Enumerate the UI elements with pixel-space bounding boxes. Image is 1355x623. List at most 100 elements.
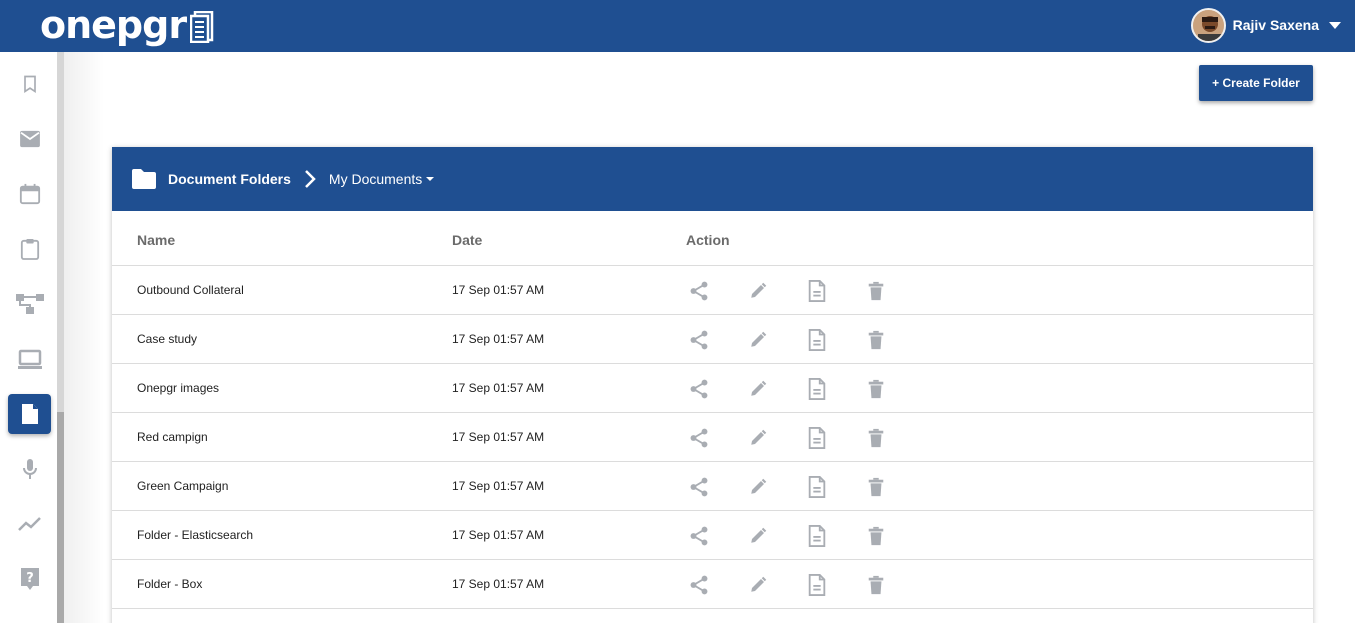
calendar-icon <box>19 183 40 205</box>
delete-icon[interactable] <box>865 427 887 449</box>
microphone-icon <box>22 459 37 479</box>
table-row[interactable]: Onepgr images 17 Sep 01:57 AM <box>112 364 1313 413</box>
folder-icon <box>132 169 156 189</box>
folder-date: 17 Sep 01:57 AM <box>452 283 545 297</box>
top-bar: onepgr Rajiv Saxena <box>0 0 1355 52</box>
folder-date: 17 Sep 01:57 AM <box>452 381 545 395</box>
folder-name[interactable]: Red campign <box>137 430 208 444</box>
document-icon[interactable] <box>806 377 828 400</box>
delete-icon[interactable] <box>865 574 887 596</box>
chevron-right-icon <box>305 170 316 188</box>
laptop-icon <box>17 349 42 369</box>
edit-icon[interactable] <box>747 280 769 302</box>
row-actions <box>688 364 887 413</box>
delete-icon[interactable] <box>865 329 887 351</box>
hierarchy-icon <box>15 294 44 314</box>
row-actions <box>688 462 887 511</box>
table-row[interactable]: Green Campaign 17 Sep 01:57 AM <box>112 462 1313 511</box>
app-logo[interactable]: onepgr <box>40 4 214 46</box>
sidebar-item-bookmarks[interactable] <box>8 64 51 104</box>
folder-name[interactable]: Folder - Box <box>137 577 202 591</box>
sidebar-item-mail[interactable] <box>8 119 51 159</box>
logo-text: onepgr <box>40 3 187 47</box>
row-actions <box>688 511 887 560</box>
trend-line-icon <box>17 517 41 531</box>
document-icon[interactable] <box>806 328 828 351</box>
sidebar-item-clipboard[interactable] <box>8 229 51 269</box>
documents-card: Document Folders My Documents Name Date … <box>112 147 1313 623</box>
row-actions <box>688 413 887 462</box>
bookmark-icon <box>23 75 36 94</box>
content-shadow <box>64 52 104 623</box>
document-icon <box>21 404 38 424</box>
table-header: Name Date Action <box>112 211 1313 266</box>
folder-date: 17 Sep 01:57 AM <box>452 332 545 346</box>
user-name: Rajiv Saxena <box>1232 17 1319 33</box>
share-icon[interactable] <box>688 476 710 498</box>
edit-icon[interactable] <box>747 574 769 596</box>
breadcrumb-root[interactable]: Document Folders <box>168 171 291 187</box>
document-icon[interactable] <box>806 279 828 302</box>
document-icon[interactable] <box>806 524 828 547</box>
edit-icon[interactable] <box>747 427 769 449</box>
document-icon[interactable] <box>806 573 828 596</box>
folder-date: 17 Sep 01:57 AM <box>452 479 545 493</box>
table-row[interactable]: Folder - Box 17 Sep 01:57 AM <box>112 560 1313 609</box>
delete-icon[interactable] <box>865 378 887 400</box>
sidebar-item-calendar[interactable] <box>8 174 51 214</box>
document-icon[interactable] <box>806 475 828 498</box>
delete-icon[interactable] <box>865 525 887 547</box>
avatar <box>1190 7 1226 43</box>
table-row[interactable]: Folder - Elasticsearch 17 Sep 01:57 AM <box>112 511 1313 560</box>
sidebar-item-analytics[interactable] <box>8 504 51 544</box>
column-header-date[interactable]: Date <box>452 232 482 248</box>
table-body: Outbound Collateral 17 Sep 01:57 AM Case… <box>112 266 1313 609</box>
sidebar-scrollbar-thumb[interactable] <box>57 412 64 623</box>
share-icon[interactable] <box>688 280 710 302</box>
logo-document-icon <box>190 11 214 43</box>
edit-icon[interactable] <box>747 476 769 498</box>
sidebar-item-help[interactable]: ? <box>8 559 51 599</box>
folder-name[interactable]: Outbound Collateral <box>137 283 244 297</box>
edit-icon[interactable] <box>747 378 769 400</box>
folder-date: 17 Sep 01:57 AM <box>452 430 545 444</box>
breadcrumb: Document Folders My Documents <box>112 147 1313 211</box>
table-row[interactable]: Case study 17 Sep 01:57 AM <box>112 315 1313 364</box>
row-actions <box>688 315 887 364</box>
sidebar-item-hierarchy[interactable] <box>8 284 51 324</box>
column-header-name[interactable]: Name <box>137 232 175 248</box>
row-actions <box>688 266 887 315</box>
create-folder-button[interactable]: + Create Folder <box>1199 65 1313 101</box>
table-row[interactable]: Outbound Collateral 17 Sep 01:57 AM <box>112 266 1313 315</box>
share-icon[interactable] <box>688 525 710 547</box>
column-header-action: Action <box>686 232 730 248</box>
breadcrumb-current: My Documents <box>328 171 423 187</box>
clipboard-icon <box>20 239 39 260</box>
delete-icon[interactable] <box>865 476 887 498</box>
share-icon[interactable] <box>688 574 710 596</box>
edit-icon[interactable] <box>747 329 769 351</box>
folder-name[interactable]: Green Campaign <box>137 479 228 493</box>
caret-down-icon <box>426 177 435 181</box>
folder-name[interactable]: Folder - Elasticsearch <box>137 528 253 542</box>
chevron-down-icon <box>1329 21 1341 29</box>
folder-name[interactable]: Case study <box>137 332 197 346</box>
sidebar-item-documents[interactable] <box>8 394 51 434</box>
share-icon[interactable] <box>688 378 710 400</box>
table-row[interactable]: Red campign 17 Sep 01:57 AM <box>112 413 1313 462</box>
svg-text:?: ? <box>26 571 34 586</box>
user-menu[interactable]: Rajiv Saxena <box>1190 7 1341 43</box>
sidebar-item-laptop[interactable] <box>8 339 51 379</box>
help-icon: ? <box>20 568 39 590</box>
row-actions <box>688 560 887 609</box>
folder-dropdown[interactable]: My Documents <box>328 171 435 187</box>
folder-date: 17 Sep 01:57 AM <box>452 577 545 591</box>
delete-icon[interactable] <box>865 280 887 302</box>
share-icon[interactable] <box>688 329 710 351</box>
edit-icon[interactable] <box>747 525 769 547</box>
share-icon[interactable] <box>688 427 710 449</box>
sidebar-item-voice[interactable] <box>8 449 51 489</box>
document-icon[interactable] <box>806 426 828 449</box>
folder-date: 17 Sep 01:57 AM <box>452 528 545 542</box>
folder-name[interactable]: Onepgr images <box>137 381 219 395</box>
